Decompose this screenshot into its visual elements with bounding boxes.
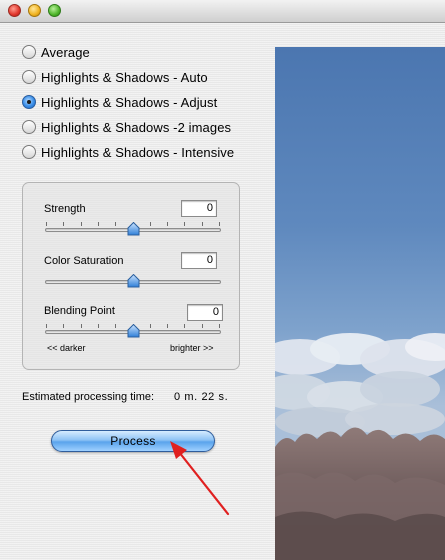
annotation-arrow-icon (170, 441, 230, 516)
radio-label: Highlights & Shadows - Intensive (41, 144, 235, 160)
adjustments-group: Strength 0 Color Saturation 0 Blending P… (22, 182, 240, 370)
slider-tick (98, 324, 99, 328)
estimated-time-label: Estimated processing time: (22, 391, 155, 403)
radio-highlights-shadows-adjust[interactable]: Highlights & Shadows - Adjust (22, 92, 262, 112)
radio-button-selected[interactable] (22, 95, 36, 109)
color-saturation-slider-thumb[interactable] (127, 274, 140, 288)
strength-label: Strength (44, 203, 86, 215)
close-button[interactable] (8, 4, 21, 17)
slider-tick (184, 324, 185, 328)
radio-button[interactable] (22, 120, 36, 134)
radio-button[interactable] (22, 145, 36, 159)
preview-image (275, 47, 445, 560)
blending-point-slider-thumb[interactable] (127, 324, 140, 338)
strength-slider-thumb[interactable] (127, 222, 140, 236)
radio-label: Highlights & Shadows - Auto (41, 69, 208, 85)
minimize-button[interactable] (28, 4, 41, 17)
blending-point-value-field[interactable]: 0 (187, 304, 223, 321)
radio-button[interactable] (22, 70, 36, 84)
color-saturation-label: Color Saturation (44, 255, 124, 267)
color-saturation-control: Color Saturation 0 (23, 252, 239, 295)
slider-tick (115, 324, 116, 328)
slider-tick (219, 222, 220, 226)
preview-photo (275, 47, 445, 560)
slider-tick (46, 222, 47, 226)
slider-tick (46, 324, 47, 328)
radio-button[interactable] (22, 45, 36, 59)
slider-tick (63, 324, 64, 328)
brighter-scale-label: brighter >> (170, 343, 214, 353)
title-bar (0, 0, 445, 23)
radio-highlights-shadows-2-images[interactable]: Highlights & Shadows -2 images (22, 117, 262, 137)
radio-highlights-shadows-auto[interactable]: Highlights & Shadows - Auto (22, 67, 262, 87)
radio-label: Average (41, 44, 90, 60)
color-saturation-value-field[interactable]: 0 (181, 252, 217, 269)
slider-tick (150, 222, 151, 226)
slider-tick (150, 324, 151, 328)
strength-control: Strength 0 (23, 200, 239, 243)
zoom-button[interactable] (48, 4, 61, 17)
radio-label: Highlights & Shadows -2 images (41, 119, 232, 135)
blending-point-label: Blending Point (44, 305, 115, 317)
estimated-time-value: 0 m. 22 s. (174, 391, 229, 403)
slider-tick (81, 222, 82, 226)
slider-tick (184, 222, 185, 226)
radio-highlights-shadows-intensive[interactable]: Highlights & Shadows - Intensive (22, 142, 262, 162)
blending-point-control: Blending Point 0 (23, 304, 239, 345)
slider-tick (202, 324, 203, 328)
slider-tick (202, 222, 203, 226)
slider-tick (81, 324, 82, 328)
slider-tick (63, 222, 64, 226)
strength-value-field[interactable]: 0 (181, 200, 217, 217)
slider-tick (167, 324, 168, 328)
radio-label: Highlights & Shadows - Adjust (41, 94, 218, 110)
slider-tick (219, 324, 220, 328)
slider-tick (167, 222, 168, 226)
darker-scale-label: << darker (47, 343, 86, 353)
radio-average[interactable]: Average (22, 42, 262, 62)
slider-tick (115, 222, 116, 226)
slider-tick (98, 222, 99, 226)
